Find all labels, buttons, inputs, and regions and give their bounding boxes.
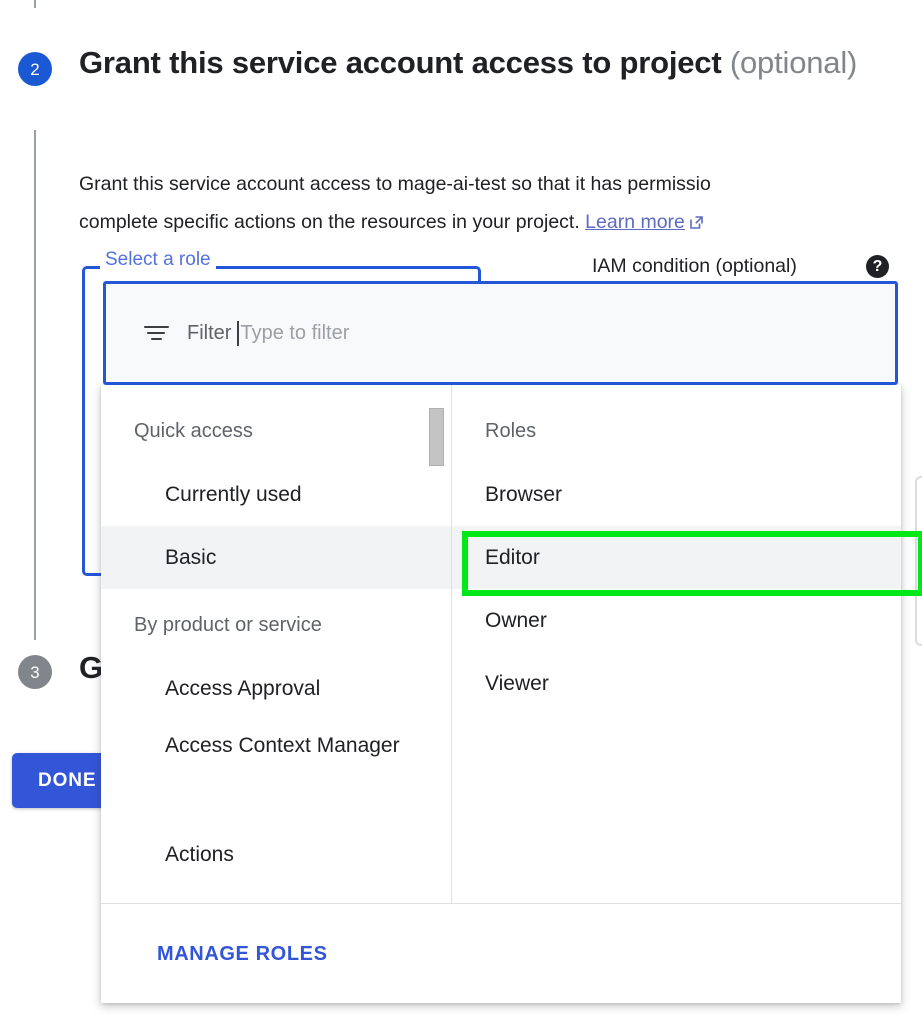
manage-roles-button[interactable]: MANAGE ROLES	[157, 943, 328, 966]
role-item-browser[interactable]: Browser	[452, 463, 901, 526]
step-2-title-main: Grant this service account access to pro…	[79, 44, 722, 80]
text-cursor	[237, 320, 240, 346]
category-item-access-context-manager[interactable]: Access Context Manager	[101, 720, 451, 823]
category-item-access-approval[interactable]: Access Approval	[101, 657, 451, 720]
step-2-badge: 2	[18, 52, 52, 86]
quick-access-list: Currently used Basic	[101, 463, 451, 589]
category-item-basic[interactable]: Basic	[101, 526, 451, 589]
role-item-owner[interactable]: Owner	[452, 589, 901, 652]
step-2-description-line-2: complete specific actions on the resourc…	[79, 210, 580, 233]
help-icon[interactable]: ?	[866, 255, 889, 278]
category-scrollbar[interactable]	[429, 385, 445, 903]
category-item-actions[interactable]: Actions	[101, 823, 451, 886]
step-2-title-optional: (optional)	[729, 44, 858, 80]
group-header-by-product-or-service: By product or service	[134, 614, 322, 636]
learn-more-link[interactable]: Learn more	[585, 211, 685, 233]
roles-column-header: Roles	[485, 420, 537, 442]
roles-column: Roles Browser Editor Owner Viewer	[452, 385, 901, 903]
step-2-description: Grant this service account access to mag…	[79, 165, 922, 241]
role-dropdown-footer: MANAGE ROLES	[101, 903, 901, 1003]
step-3-title: G	[79, 650, 104, 685]
external-link-icon	[689, 205, 704, 229]
by-product-list: Access Approval Access Context Manager A…	[101, 657, 451, 886]
group-header-quick-access: Quick access	[134, 420, 253, 442]
iam-condition-field[interactable]	[915, 476, 922, 646]
step-3-badge: 3	[18, 655, 52, 689]
filter-icon	[144, 324, 169, 343]
roles-list: Browser Editor Owner Viewer	[452, 463, 901, 715]
step-2-title: Grant this service account access to pro…	[79, 42, 909, 83]
step-rail-line-middle	[34, 130, 36, 640]
role-dropdown-panel: Quick access Currently used Basic By pro…	[101, 385, 901, 1003]
service-account-role-selection-screen: 2 3 Grant this service account access to…	[0, 0, 922, 1018]
filter-placeholder: Type to filter	[240, 321, 350, 344]
filter-label: Filter	[187, 321, 232, 344]
step-rail-line-top	[34, 0, 36, 8]
role-category-column: Quick access Currently used Basic By pro…	[101, 385, 452, 903]
category-scrollbar-thumb[interactable]	[429, 408, 444, 466]
step-2-description-line-2-wrap: complete specific actions on the resourc…	[79, 203, 922, 241]
role-item-viewer[interactable]: Viewer	[452, 652, 901, 715]
iam-condition-label: IAM condition (optional)	[592, 255, 797, 277]
role-item-editor[interactable]: Editor	[452, 526, 901, 589]
step-2-description-line-1: Grant this service account access to mag…	[79, 172, 711, 195]
select-a-role-label: Select a role	[100, 249, 216, 271]
category-item-currently-used[interactable]: Currently used	[101, 463, 451, 526]
role-dropdown-body: Quick access Currently used Basic By pro…	[101, 385, 901, 903]
role-filter-input[interactable]: Filter Type to filter	[103, 281, 898, 385]
